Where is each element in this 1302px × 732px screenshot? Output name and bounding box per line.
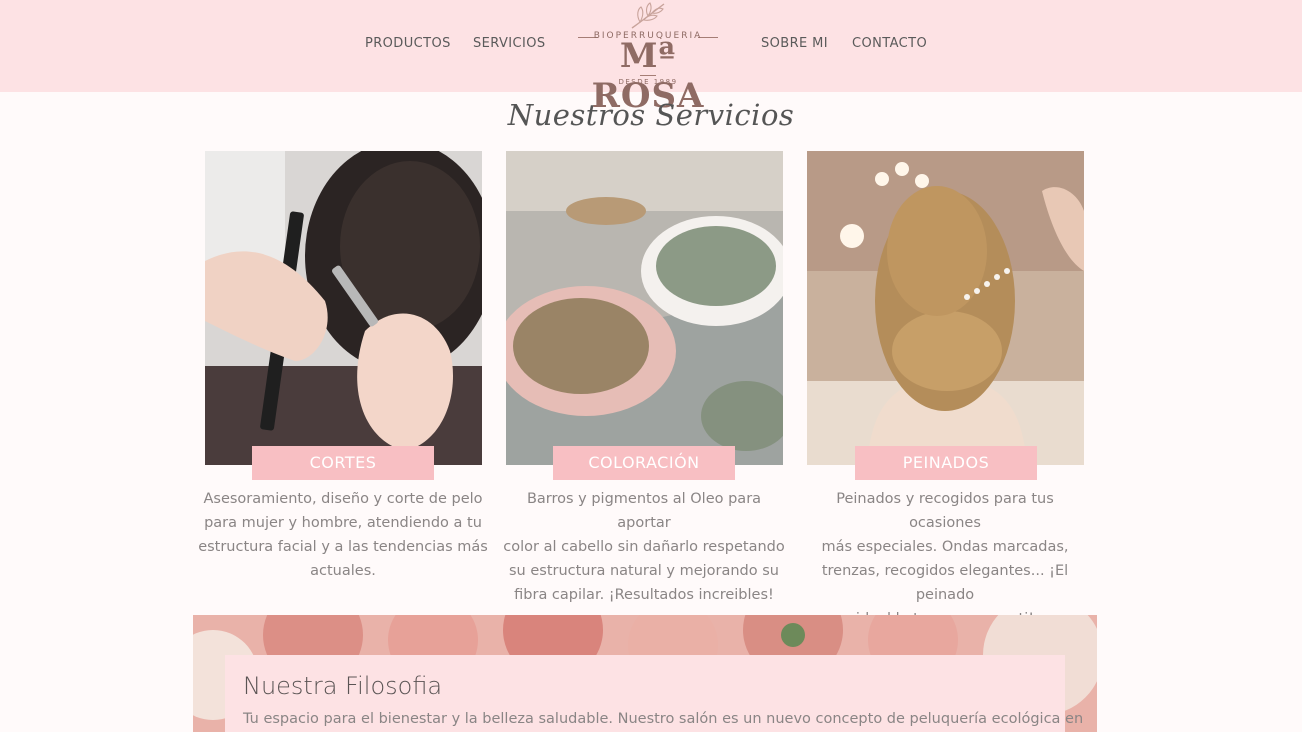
service-label-peinados[interactable]: PEINADOS xyxy=(855,446,1037,480)
haircut-photo xyxy=(205,151,482,465)
coloring-photo xyxy=(506,151,783,465)
text-line: su estructura natural y mejorando su xyxy=(508,563,779,579)
text-line: actuales. xyxy=(310,563,376,579)
text-line: Asesoramiento, diseño y corte de pelo xyxy=(203,491,483,507)
nav-sobre-mi[interactable]: SOBRE MI xyxy=(761,36,828,51)
service-label-coloracion[interactable]: COLORACIÓN xyxy=(553,446,735,480)
service-label-cortes[interactable]: CORTES xyxy=(252,446,434,480)
service-description: Asesoramiento, diseño y corte de pelo pa… xyxy=(198,487,488,583)
text-line: fibra capilar. ¡Resultados increibles! xyxy=(514,587,774,603)
text-line: estructura facial y a las tendencias más xyxy=(198,539,488,555)
leaf-sprig-icon xyxy=(631,2,665,29)
section-title: Nuestros Servicios xyxy=(507,98,795,132)
text-line: trenzas, recogidos elegantes... ¡El pein… xyxy=(821,563,1069,603)
nav-contacto[interactable]: CONTACTO xyxy=(852,36,927,51)
logo[interactable]: BIOPERRUQUERIA Mª ROSA DESDE 1989 xyxy=(572,0,724,116)
philosophy-text: Tu espacio para el bienestar y la bellez… xyxy=(243,711,1084,727)
service-description: Barros y pigmentos al Oleo para aportar … xyxy=(499,487,789,607)
service-description: Peinados y recogidos para tus ocasiones … xyxy=(800,487,1090,631)
text-line: más especiales. Ondas marcadas, xyxy=(821,539,1069,555)
hairstyle-photo xyxy=(807,151,1084,465)
text-line: color al cabello sin dañarlo respetando xyxy=(503,539,785,555)
logo-since: DESDE 1989 xyxy=(618,78,678,86)
philosophy-title: Nuestra Filosofia xyxy=(243,672,443,700)
text-line: Peinados y recogidos para tus ocasiones xyxy=(836,491,1054,531)
logo-divider xyxy=(640,75,656,76)
nav-servicios[interactable]: SERVICIOS xyxy=(473,36,546,51)
text-line: Barros y pigmentos al Oleo para aportar xyxy=(526,491,762,531)
text-line: para mujer y hombre, atendiendo a tu xyxy=(204,515,482,531)
nav-productos[interactable]: PRODUCTOS xyxy=(365,36,451,51)
